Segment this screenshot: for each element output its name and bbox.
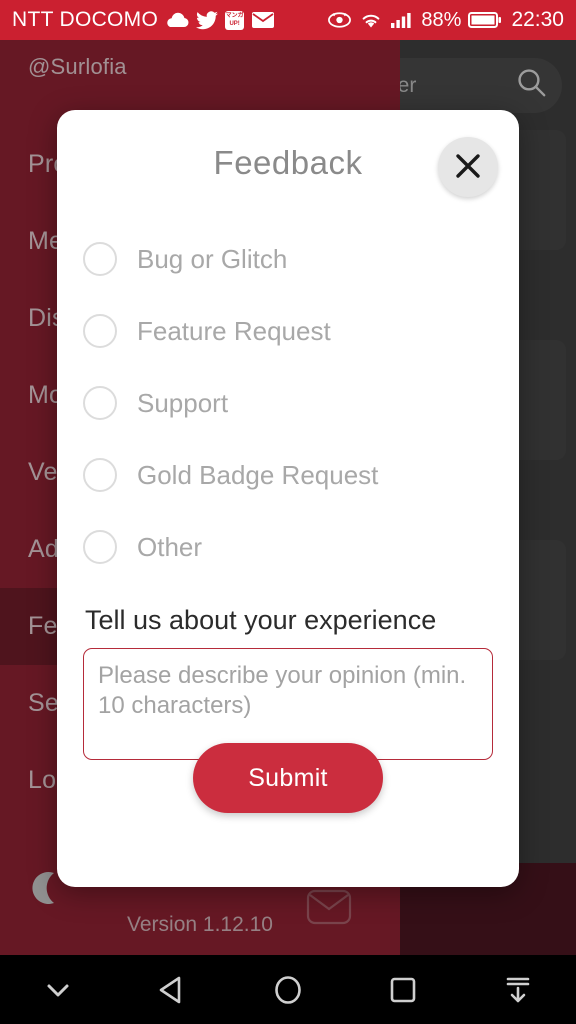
radio-option-feature-request[interactable]: Feature Request	[57, 295, 519, 367]
collapse-keyboard-icon[interactable]	[23, 955, 93, 1024]
download-icon[interactable]	[483, 955, 553, 1024]
envelope-icon	[251, 11, 275, 29]
submit-button-wrapper: Submit	[57, 743, 519, 813]
radio-option-bug-or-glitch[interactable]: Bug or Glitch	[57, 223, 519, 295]
signal-icon	[390, 11, 414, 29]
cloud-icon	[165, 12, 189, 28]
eye-icon	[327, 11, 352, 29]
recents-icon[interactable]	[368, 955, 438, 1024]
radio-circle-icon[interactable]	[83, 242, 117, 276]
manga-up-icon: マンガ UP!	[225, 10, 245, 30]
radio-option-other[interactable]: Other	[57, 511, 519, 583]
experience-heading: Tell us about your experience	[85, 605, 437, 635]
carrier-label: NTT DOCOMO	[12, 8, 159, 31]
status-bar: NTT DOCOMO マンガ UP! 88% 22:30	[0, 0, 576, 40]
wifi-icon	[359, 11, 383, 29]
radio-circle-icon[interactable]	[83, 458, 117, 492]
status-bar-right: 88% 22:30	[327, 8, 564, 32]
radio-option-label: Support	[137, 387, 229, 418]
radio-option-label: Other	[137, 531, 203, 562]
status-bar-left: NTT DOCOMO マンガ UP!	[12, 8, 275, 32]
page-title: Feedback	[213, 143, 363, 181]
close-button[interactable]	[438, 137, 498, 197]
feedback-dialog: Feedback Bug or Glitch Feature Request S…	[57, 110, 519, 887]
battery-percent-label: 88%	[421, 8, 462, 31]
battery-icon	[468, 11, 502, 29]
radio-option-label: Gold Badge Request	[137, 459, 379, 490]
radio-circle-icon[interactable]	[83, 386, 117, 420]
back-icon[interactable]	[138, 955, 208, 1024]
submit-button[interactable]: Submit	[193, 743, 383, 813]
phone-screen: NTT DOCOMO マンガ UP! 88% 22:30 der @Surlof…	[0, 0, 576, 1024]
radio-option-label: Feature Request	[137, 315, 331, 346]
feedback-category-group: Bug or Glitch Feature Request Support Go…	[57, 215, 519, 583]
dialog-header: Feedback	[57, 110, 519, 215]
radio-circle-icon[interactable]	[83, 530, 117, 564]
close-icon	[453, 151, 483, 184]
twitter-icon	[196, 10, 219, 30]
android-navigation-bar	[0, 955, 576, 1024]
clock-label: 22:30	[511, 8, 564, 31]
radio-circle-icon[interactable]	[83, 314, 117, 348]
radio-option-gold-badge-request[interactable]: Gold Badge Request	[57, 439, 519, 511]
home-icon[interactable]	[253, 955, 323, 1024]
radio-option-support[interactable]: Support	[57, 367, 519, 439]
radio-option-label: Bug or Glitch	[137, 243, 288, 274]
